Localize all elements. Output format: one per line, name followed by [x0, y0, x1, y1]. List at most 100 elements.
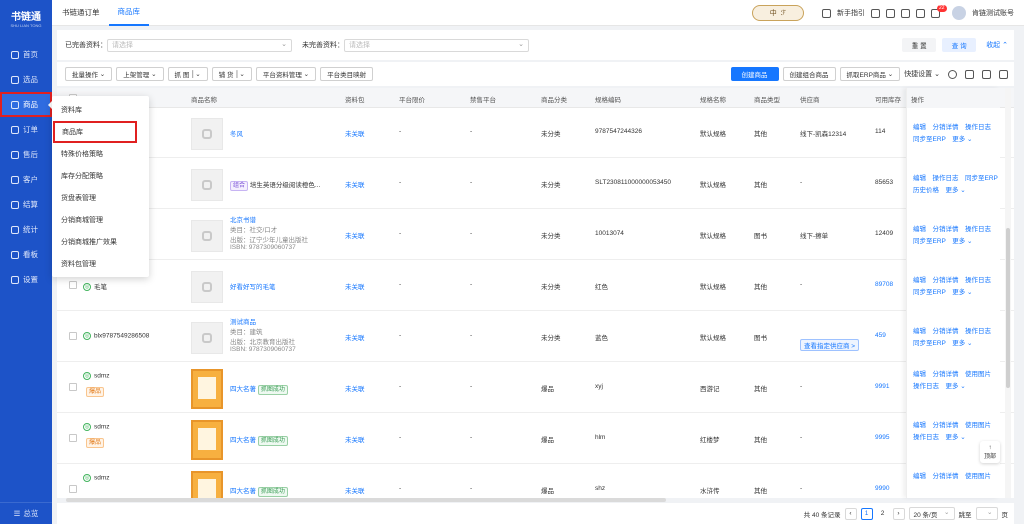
reset-button[interactable]: 重 置: [902, 38, 937, 52]
page-2-button[interactable]: 2: [877, 508, 889, 520]
product-image[interactable]: [191, 220, 223, 252]
product-name[interactable]: 北京书谱: [230, 217, 256, 224]
product-image[interactable]: [191, 169, 223, 201]
fetch-erp-button[interactable]: 抓取ERP商品 ⌄: [839, 67, 901, 81]
data-pack-link[interactable]: 未关联: [345, 230, 365, 240]
row-operation-links[interactable]: 编辑 操作日志 同步至ERP: [913, 173, 998, 184]
row-more-links[interactable]: 同步至ERP 更多 ⌄: [913, 287, 973, 298]
guide-link[interactable]: 新手指引: [837, 8, 865, 18]
avatar[interactable]: [952, 6, 966, 20]
horizontal-scrollbar[interactable]: [66, 498, 666, 502]
table-row[interactable]: ◎ sdmz 四大名著 抓图成功 未关联 - - 爆品 shz 水浒传 其他 - …: [57, 465, 1014, 498]
table-row[interactable]: ◎0053450 组合 培生英语分级阅读橙色... 未关联 - - 未分类 SL…: [57, 159, 1014, 209]
refresh-icon[interactable]: [948, 69, 957, 79]
fullscreen-icon[interactable]: [999, 69, 1008, 79]
row-operation-links[interactable]: 编辑 分销详情 操作日志: [913, 326, 991, 337]
row-more-links[interactable]: 历史价格 更多 ⌄: [913, 185, 966, 196]
product-image[interactable]: [191, 271, 223, 303]
back-to-top-button[interactable]: ↑ 顶部: [980, 441, 1000, 463]
query-button[interactable]: 查 询: [942, 38, 977, 52]
menu-item-mall-management[interactable]: 分销商城管理: [52, 209, 149, 231]
table-row[interactable]: ◎ sdmz 爆品 四大名著 抓图成功 未关联 - - 爆品 xyj 西游记 其他…: [57, 363, 1014, 413]
gear-icon[interactable]: [965, 69, 974, 79]
tab-orders[interactable]: 书链通订单: [52, 0, 109, 26]
data-pack-link[interactable]: 未关联: [345, 332, 365, 342]
scrollbar-thumb[interactable]: [1006, 228, 1010, 388]
page-size-select[interactable]: 20 条/页: [908, 507, 955, 520]
app-logo[interactable]: 书链通 SHU LIAN TONG: [0, 0, 52, 36]
stock-value[interactable]: 9991: [875, 383, 889, 390]
product-image[interactable]: [191, 322, 223, 354]
data-pack-link[interactable]: 未关联: [345, 128, 365, 138]
sidebar-item-stats[interactable]: 统计: [0, 217, 52, 242]
table-row[interactable]: 冬风 未关联 - - 未分类 9787547244326 默认规格 其他 线下-…: [57, 108, 1014, 158]
row-checkbox[interactable]: [69, 383, 77, 391]
sidebar-item-aftersale[interactable]: 售后: [0, 142, 52, 167]
row-checkbox[interactable]: [69, 434, 77, 442]
bell-icon[interactable]: 22: [931, 4, 947, 18]
incomplete-select[interactable]: 请选择: [344, 38, 529, 52]
menu-item-special-price[interactable]: 特殊价格策略: [52, 143, 149, 165]
product-image[interactable]: [191, 369, 223, 409]
sidebar-collapse-button[interactable]: ☰ 总览: [0, 502, 52, 524]
supplier[interactable]: 查看指定供应商 >: [800, 339, 860, 351]
menu-item-stock-allocation[interactable]: 库存分配策略: [52, 165, 149, 187]
quick-settings-link[interactable]: 快捷设置 ⌄: [904, 69, 940, 79]
product-name[interactable]: 培生英语分级阅读橙色...: [250, 182, 320, 189]
product-name[interactable]: 测试商品: [230, 319, 256, 326]
stock-value[interactable]: 9990: [875, 485, 889, 492]
menu-item-product-library[interactable]: 商品库: [53, 121, 137, 143]
menu-item-pallet-table[interactable]: 货盘表管理: [52, 187, 149, 209]
product-name[interactable]: 四大名著: [230, 488, 256, 495]
distribute-button[interactable]: 铺 货 │⌄: [211, 67, 252, 81]
product-name[interactable]: 冬风: [230, 131, 243, 138]
vertical-scrollbar[interactable]: [1005, 88, 1011, 498]
sidebar-item-orders[interactable]: 订单: [0, 117, 52, 142]
capture-image-button[interactable]: 抓 图 │⌄: [167, 67, 208, 81]
language-switch[interactable]: 中ℱ: [752, 5, 804, 21]
table-row[interactable]: ◎ blx9787549286508 测试商品 类目：建筑 出版：北京教育出版社 …: [57, 312, 1014, 362]
sidebar-item-home[interactable]: 首页: [0, 42, 52, 67]
menu-item-data-library[interactable]: 资料库: [52, 99, 149, 121]
product-name[interactable]: 四大名著: [230, 386, 256, 393]
tab-product-library[interactable]: 商品库: [108, 0, 149, 26]
menu-item-mall-promotion[interactable]: 分销商城推广效果: [52, 231, 149, 253]
product-image[interactable]: [191, 471, 223, 498]
prev-page-button[interactable]: ‹: [844, 507, 857, 520]
row-operation-links[interactable]: 编辑 分销详情 操作日志: [913, 122, 991, 133]
menu-item-pack-management[interactable]: 资料包管理: [52, 253, 149, 275]
row-more-links[interactable]: 同步至ERP 更多 ⌄: [913, 236, 973, 247]
export-icon[interactable]: [982, 69, 991, 79]
create-product-button[interactable]: 创建商品: [730, 67, 779, 81]
table-row[interactable]: ◎ 毛笔 好看好写的毛笔 未关联 - - 未分类 红色 默认规格 其他 - 897…: [57, 261, 1014, 311]
account-name[interactable]: 肯链测试账号: [972, 8, 1014, 18]
row-more-links[interactable]: 同步至ERP 更多 ⌄: [913, 338, 973, 349]
row-operation-links[interactable]: 编辑 分销详情 使用图片: [913, 471, 991, 482]
collapse-filter-link[interactable]: 收起 ⌃: [986, 40, 1008, 50]
headset-icon[interactable]: [901, 8, 910, 18]
sidebar-item-dashboard[interactable]: 看板: [0, 242, 52, 267]
jump-input[interactable]: [975, 507, 998, 520]
shelf-management-button[interactable]: 上架管理 ⌄: [116, 67, 164, 81]
row-checkbox[interactable]: [69, 332, 77, 340]
table-row[interactable]: ◎ sdmz 爆品 四大名著 抓图成功 未关联 - - 爆品 hlm 红楼梦 其他…: [57, 414, 1014, 464]
create-combo-button[interactable]: 创建组合商品: [782, 67, 836, 81]
row-operation-links[interactable]: 编辑 分销详情 使用图片: [913, 369, 991, 380]
data-pack-link[interactable]: 未关联: [345, 383, 365, 393]
sidebar-item-settings[interactable]: 设置: [0, 267, 52, 292]
gift-icon[interactable]: [886, 8, 895, 18]
complete-select[interactable]: 请选择: [107, 38, 292, 52]
data-pack-link[interactable]: 未关联: [345, 281, 365, 291]
row-operation-links[interactable]: 编辑 分销详情 操作日志: [913, 224, 991, 235]
batch-operation-button[interactable]: 批量操作 ⌄: [65, 67, 113, 81]
page-1-button[interactable]: 1: [860, 507, 873, 520]
platform-data-button[interactable]: 平台资料管理 ⌄: [255, 67, 317, 81]
sidebar-item-products[interactable]: 商品: [0, 92, 53, 117]
stock-value[interactable]: 9995: [875, 434, 889, 441]
row-more-links[interactable]: 操作日志 更多 ⌄: [913, 432, 966, 443]
row-checkbox[interactable]: [69, 281, 77, 289]
download-icon[interactable]: [871, 8, 880, 18]
data-pack-link[interactable]: 未关联: [345, 434, 365, 444]
row-more-links[interactable]: 操作日志 更多 ⌄: [913, 381, 966, 392]
product-name[interactable]: 好看好写的毛笔: [230, 284, 276, 291]
